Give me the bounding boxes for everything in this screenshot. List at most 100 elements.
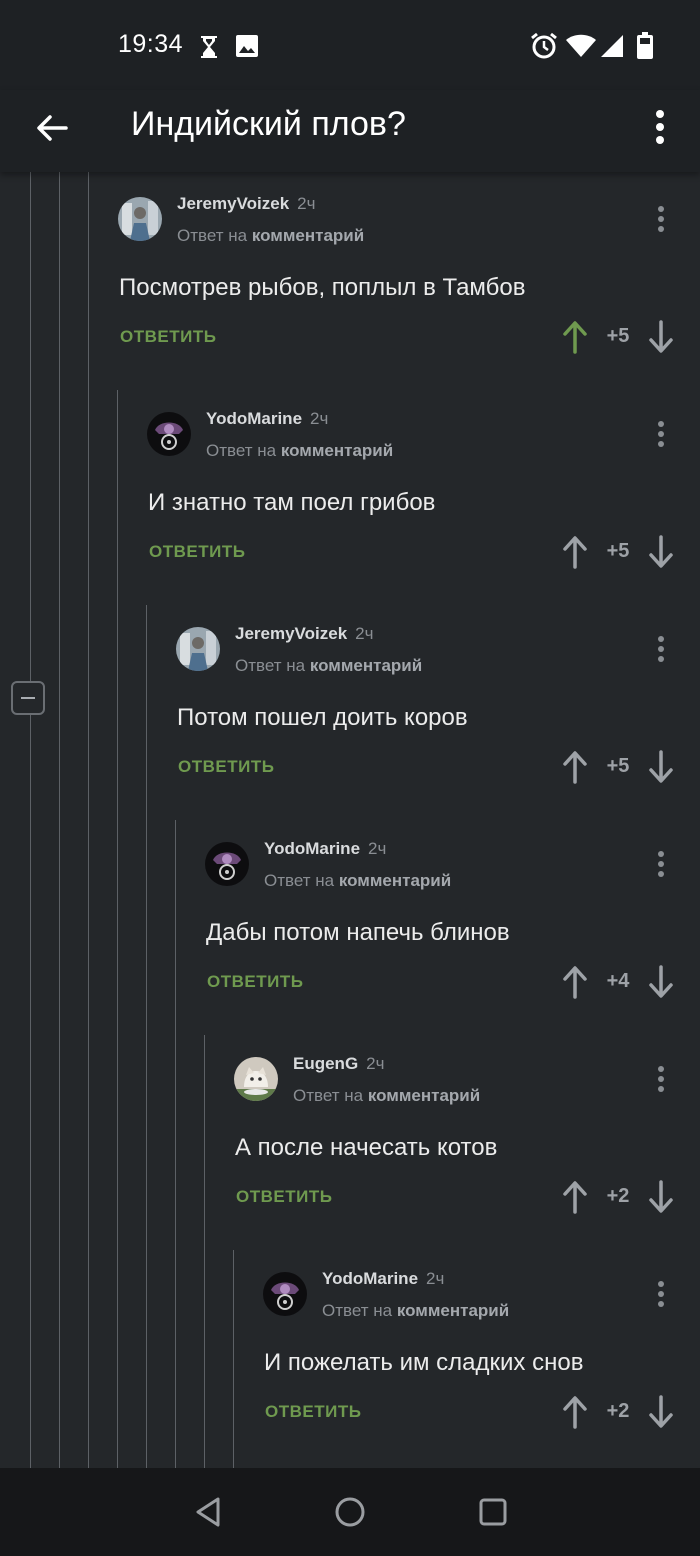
- upvote-arrow-icon[interactable]: [562, 750, 588, 784]
- reply-to-line: Ответ на комментарий: [293, 1086, 480, 1106]
- comment-score: +2: [606, 1185, 630, 1207]
- comment-text: Дабы потом напечь блинов: [206, 919, 510, 946]
- reply-to-prefix: Ответ на: [177, 226, 248, 245]
- avatar-jeremy-icon: [118, 197, 162, 241]
- comment-score: +5: [606, 325, 630, 347]
- reply-to-link[interactable]: комментарий: [368, 1086, 480, 1105]
- wifi-icon: [566, 34, 596, 57]
- reply-button[interactable]: ОТВЕТИТЬ: [178, 757, 274, 777]
- reply-button[interactable]: ОТВЕТИТЬ: [120, 327, 216, 347]
- avatar-yodo-icon: [205, 842, 249, 886]
- comment-menu-icon[interactable]: [653, 849, 669, 879]
- reply-to-prefix: Ответ на: [264, 871, 335, 890]
- reply-button[interactable]: ОТВЕТИТЬ: [149, 542, 245, 562]
- comment-text: Потом пошел доить коров: [177, 704, 468, 731]
- downvote-arrow-icon[interactable]: [648, 535, 674, 569]
- thread-line: [146, 605, 147, 1468]
- hourglass-icon: [201, 36, 217, 58]
- avatar[interactable]: [118, 197, 162, 241]
- comment-time: 2ч: [297, 194, 316, 213]
- upvote-arrow-icon[interactable]: [562, 965, 588, 999]
- avatar[interactable]: [205, 842, 249, 886]
- comment-score: +5: [606, 755, 630, 777]
- comment-time: 2ч: [366, 1054, 385, 1073]
- downvote-arrow-icon[interactable]: [648, 750, 674, 784]
- avatar-cat-icon: [234, 1057, 278, 1101]
- comment: JeremyVoizek 2ч Ответ на комментарий Посм…: [118, 172, 700, 387]
- comment-author[interactable]: EugenG: [293, 1054, 358, 1073]
- comment-menu-icon[interactable]: [653, 204, 669, 234]
- page-title: Индийский плов?: [131, 105, 406, 143]
- comment-menu-icon[interactable]: [653, 1064, 669, 1094]
- comment: EugenG 2ч Ответ на комментарий А после на…: [234, 1032, 700, 1247]
- status-time: 19:34: [118, 30, 184, 58]
- system-nav-bar: [0, 1468, 700, 1556]
- comment-author[interactable]: JeremyVoizek: [235, 624, 347, 643]
- comment-author[interactable]: JeremyVoizek: [177, 194, 289, 213]
- reply-to-link[interactable]: комментарий: [397, 1301, 509, 1320]
- avatar-jeremy-icon: [176, 627, 220, 671]
- comment-score: +5: [606, 540, 630, 562]
- reply-to-prefix: Ответ на: [322, 1301, 393, 1320]
- comment: YodoMarine 2ч Ответ на комментарий И знат…: [147, 387, 700, 602]
- comment-time: 2ч: [426, 1269, 445, 1288]
- alarm-icon: [531, 32, 557, 59]
- thread-line: [59, 172, 60, 1468]
- comment-author[interactable]: YodoMarine: [264, 839, 360, 858]
- comment-time: 2ч: [368, 839, 387, 858]
- avatar-yodo-icon: [263, 1272, 307, 1316]
- status-bar: 19:34: [0, 0, 700, 90]
- nav-recents-icon[interactable]: [478, 1497, 508, 1527]
- reply-to-link[interactable]: комментарий: [281, 441, 393, 460]
- upvote-arrow-icon[interactable]: [562, 1180, 588, 1214]
- comment-text: Посмотрев рыбов, поплыл в Тамбов: [119, 274, 526, 301]
- comment-time: 2ч: [310, 409, 329, 428]
- thread-line: [204, 1035, 205, 1468]
- upvote-arrow-icon[interactable]: [562, 1395, 588, 1429]
- reply-to-line: Ответ на комментарий: [206, 441, 393, 461]
- comment-score: +4: [606, 970, 630, 992]
- app-bar: Индийский плов?: [0, 90, 700, 172]
- comment-score: +2: [606, 1400, 630, 1422]
- downvote-arrow-icon[interactable]: [648, 1395, 674, 1429]
- comment-author[interactable]: YodoMarine: [322, 1269, 418, 1288]
- comment-menu-icon[interactable]: [653, 419, 669, 449]
- reply-button[interactable]: ОТВЕТИТЬ: [265, 1402, 361, 1422]
- avatar[interactable]: [263, 1272, 307, 1316]
- reply-to-prefix: Ответ на: [293, 1086, 364, 1105]
- nav-home-icon[interactable]: [334, 1496, 366, 1528]
- upvote-arrow-icon[interactable]: [562, 320, 588, 354]
- upvote-arrow-icon[interactable]: [562, 535, 588, 569]
- comment-menu-icon[interactable]: [653, 1279, 669, 1309]
- comment: JeremyVoizek 2ч Ответ на комментарий Пото…: [176, 602, 700, 817]
- avatar[interactable]: [176, 627, 220, 671]
- reply-to-prefix: Ответ на: [206, 441, 277, 460]
- thread-line: [30, 172, 31, 1468]
- reply-button[interactable]: ОТВЕТИТЬ: [207, 972, 303, 992]
- reply-to-line: Ответ на комментарий: [322, 1301, 509, 1321]
- collapse-thread-button[interactable]: [11, 681, 45, 715]
- comment-text: И пожелать им сладких снов: [264, 1349, 584, 1376]
- comment: YodoMarine 2ч Ответ на комментарий Дабы п…: [205, 817, 700, 1032]
- downvote-arrow-icon[interactable]: [648, 965, 674, 999]
- more-vert-icon[interactable]: [644, 102, 676, 152]
- thread-line: [175, 820, 176, 1468]
- reply-to-link[interactable]: комментарий: [339, 871, 451, 890]
- nav-back-icon[interactable]: [194, 1496, 224, 1528]
- image-icon: [236, 35, 258, 57]
- reply-to-line: Ответ на комментарий: [235, 656, 422, 676]
- reply-to-line: Ответ на комментарий: [177, 226, 364, 246]
- avatar[interactable]: [234, 1057, 278, 1101]
- signal-icon: [601, 35, 623, 57]
- thread-line: [88, 172, 89, 1468]
- reply-button[interactable]: ОТВЕТИТЬ: [236, 1187, 332, 1207]
- comment-menu-icon[interactable]: [653, 634, 669, 664]
- back-arrow-icon[interactable]: [30, 106, 74, 150]
- comment-author[interactable]: YodoMarine: [206, 409, 302, 428]
- reply-to-link[interactable]: комментарий: [252, 226, 364, 245]
- avatar[interactable]: [147, 412, 191, 456]
- downvote-arrow-icon[interactable]: [648, 320, 674, 354]
- avatar-yodo-icon: [147, 412, 191, 456]
- reply-to-link[interactable]: комментарий: [310, 656, 422, 675]
- downvote-arrow-icon[interactable]: [648, 1180, 674, 1214]
